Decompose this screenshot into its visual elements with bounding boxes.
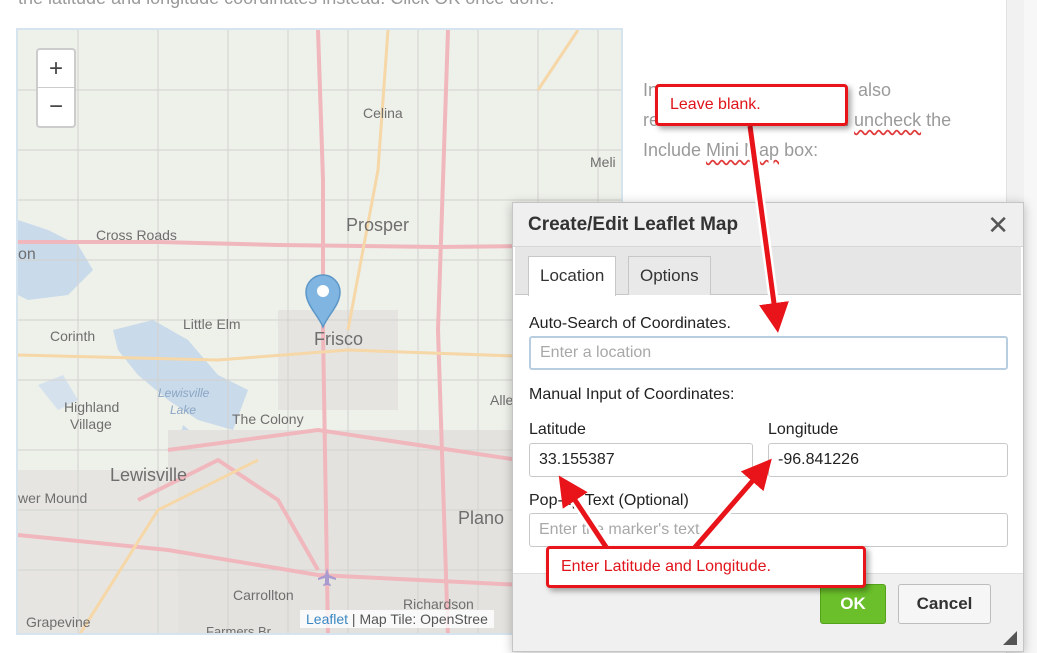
resize-handle-icon[interactable] (1003, 631, 1017, 645)
para-line1b: also (858, 80, 892, 100)
map-label-melissa: Meli (590, 154, 616, 170)
map-label-carrollton: Carrollton (233, 587, 294, 603)
uncheck-word: uncheck (854, 110, 922, 130)
map-label-on: on (18, 246, 36, 263)
map-label-frisco: Frisco (314, 329, 363, 349)
map-label-the-colony: The Colony (232, 411, 304, 427)
manual-input-label: Manual Input of Coordinates: (529, 386, 735, 403)
close-icon[interactable]: ✕ (987, 210, 1009, 241)
tab-location[interactable]: Location (528, 256, 617, 296)
cancel-button[interactable]: Cancel (898, 584, 991, 624)
dialog-titlebar[interactable]: Create/Edit Leaflet Map ✕ (513, 203, 1023, 247)
zoom-in-button[interactable]: + (38, 50, 74, 88)
map-label-village: Village (70, 416, 112, 432)
tab-options[interactable]: Options (628, 256, 711, 295)
longitude-label: Longitude (768, 421, 839, 438)
map-marker-icon[interactable] (304, 273, 342, 329)
map-label-cross-roads: Cross Roads (96, 227, 177, 243)
latitude-input[interactable] (529, 443, 753, 477)
map-label-celina: Celina (363, 105, 403, 121)
dialog-title: Create/Edit Leaflet Map (528, 214, 739, 235)
map-label-lewisville-lake: Lewisville (158, 386, 210, 400)
map-label-plano: Plano (458, 508, 505, 528)
map-label-farmers-branch: Farmers Br (206, 624, 271, 635)
map-attribution: Leaflet | Map Tile: OpenStree (300, 610, 494, 628)
enter-lat-lon-callout: Enter Latitude and Longitude. (546, 546, 866, 588)
latitude-label: Latitude (529, 421, 586, 438)
popup-text-input[interactable] (529, 513, 1008, 547)
map-label-lewisville: Lewisville (110, 465, 188, 485)
zoom-control: + − (36, 48, 76, 128)
map-label-grapevine: Grapevine (26, 614, 91, 630)
map-label-flower-mound: wer Mound (18, 490, 88, 506)
minimap-word: Mini Map (706, 140, 780, 160)
popup-text-label: Pop-up Text (Optional) (529, 492, 689, 509)
instruction-text: the latitude and longitude coordinates i… (18, 0, 554, 9)
map-label-prosper: Prosper (346, 215, 410, 235)
ok-button[interactable]: OK (820, 584, 886, 624)
longitude-input[interactable] (768, 443, 1008, 477)
para-line3b: box: (779, 140, 819, 160)
map-label-allen: Alle (490, 392, 514, 408)
para-line2c: the (926, 110, 952, 130)
map-label-lake: Lake (170, 403, 197, 417)
dialog-tabs: Location Options (515, 247, 1021, 296)
map-label-highland: Highland (64, 399, 120, 415)
airport-icon (318, 568, 336, 586)
map-label-little-elm: Little Elm (183, 316, 241, 332)
attribution-text: | Map Tile: OpenStree (348, 611, 488, 627)
map-label-corinth: Corinth (50, 328, 96, 344)
leaflet-link[interactable]: Leaflet (306, 611, 348, 627)
para-line3a: Include (643, 140, 707, 160)
auto-search-input[interactable] (529, 336, 1008, 370)
zoom-out-button[interactable]: − (38, 88, 74, 126)
auto-search-label: Auto-Search of Coordinates. (529, 315, 731, 332)
leave-blank-callout: Leave blank. (655, 84, 848, 126)
